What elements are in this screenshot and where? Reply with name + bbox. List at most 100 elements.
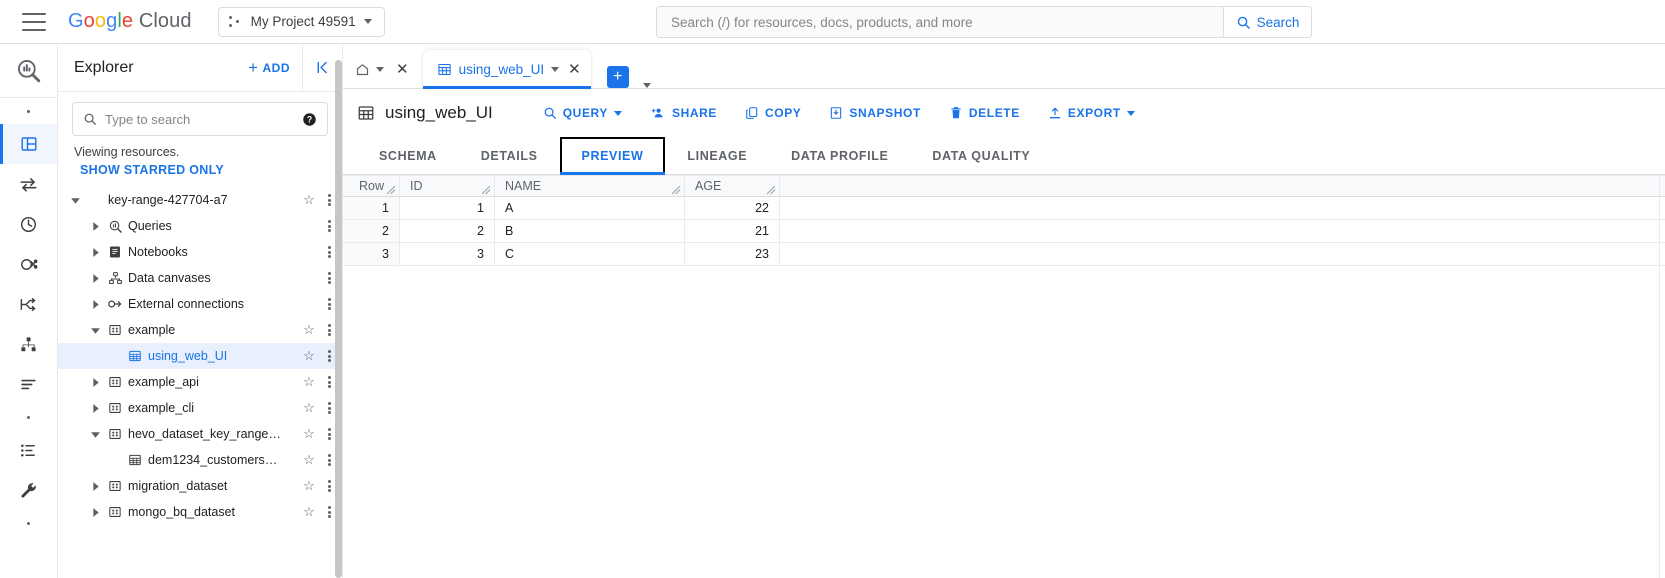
tree-item-key-range-427704-a7[interactable]: key-range-427704-a7 ☆: [58, 187, 342, 213]
hamburger-icon[interactable]: [22, 12, 46, 31]
add-button[interactable]: + ADD: [248, 59, 302, 76]
delete-button[interactable]: DELETE: [935, 97, 1034, 129]
tree-expander[interactable]: [86, 403, 104, 414]
rail-item-studio[interactable]: [0, 124, 57, 164]
tree-item-icon: [104, 505, 126, 519]
data-canvas-icon: [108, 271, 122, 284]
rail-item-dataform[interactable]: [0, 284, 57, 324]
chevron-down-icon[interactable]: [376, 66, 384, 72]
tab-label: SCHEMA: [379, 148, 437, 163]
tab-lineage[interactable]: LINEAGE: [665, 137, 769, 174]
tree-item-notebooks[interactable]: Notebooks: [58, 239, 342, 265]
star-icon[interactable]: ☆: [298, 400, 320, 416]
query-button[interactable]: QUERY: [529, 97, 636, 129]
chevron-right-icon: [92, 481, 99, 491]
tree-expander[interactable]: [86, 273, 104, 284]
cell-name: C: [495, 243, 685, 265]
home-tab[interactable]: ✕: [343, 50, 423, 88]
explorer-header: Explorer + ADD: [58, 43, 342, 92]
tree-expander[interactable]: [86, 325, 104, 336]
tree-expander[interactable]: [86, 481, 104, 492]
column-header-age[interactable]: AGE: [685, 176, 780, 196]
tree-expander[interactable]: [66, 195, 84, 206]
snapshot-button-label: SNAPSHOT: [849, 106, 921, 120]
tree-expander[interactable]: [86, 429, 104, 440]
tree-item-hevo-dataset-key-range[interactable]: hevo_dataset_key_range… ☆: [58, 421, 342, 447]
rail-separator-dot-icon: [0, 98, 57, 124]
cell-row: 3: [343, 243, 400, 265]
cell-id: 1: [400, 197, 495, 219]
table-row[interactable]: 1 1 A 22: [343, 197, 1665, 220]
column-resize-icon[interactable]: [482, 186, 491, 195]
help-icon[interactable]: ?: [302, 112, 317, 127]
tree-item-example-api[interactable]: example_api ☆: [58, 369, 342, 395]
column-header-row[interactable]: Row: [343, 176, 400, 196]
google-cloud-logo[interactable]: Google Cloud: [68, 10, 192, 33]
tree-expander[interactable]: [86, 247, 104, 258]
column-header-name[interactable]: NAME: [495, 176, 685, 196]
tree-item-migration-dataset[interactable]: migration_dataset ☆: [58, 473, 342, 499]
star-icon[interactable]: ☆: [298, 504, 320, 520]
tree-expander[interactable]: [86, 377, 104, 388]
viewing-resources-text: Viewing resources.: [74, 145, 180, 159]
star-icon[interactable]: ☆: [298, 374, 320, 390]
rail-separator-dot-icon: [0, 510, 57, 536]
cell-filler: [780, 197, 1665, 219]
bigquery-logo-icon[interactable]: [0, 44, 57, 98]
tree-expander[interactable]: [86, 221, 104, 232]
tab-schema[interactable]: SCHEMA: [357, 137, 459, 174]
editor-tab-strip: ✕ using_web_UI ✕ +: [343, 44, 1665, 89]
star-icon[interactable]: ☆: [298, 478, 320, 494]
search-input[interactable]: [105, 111, 294, 127]
tree-expander[interactable]: [86, 299, 104, 310]
column-resize-icon[interactable]: [767, 186, 776, 195]
add-tab-button[interactable]: +: [606, 66, 629, 88]
explorer-panel: Explorer + ADD ?: [58, 43, 343, 578]
tree-item-using-web-ui[interactable]: using_web_UI ☆: [58, 343, 342, 369]
table-row[interactable]: 3 3 C 23: [343, 243, 1665, 266]
tab-data-quality[interactable]: DATA QUALITY: [910, 137, 1052, 174]
tab-data-profile[interactable]: DATA PROFILE: [769, 137, 910, 174]
column-resize-icon[interactable]: [672, 186, 681, 195]
explorer-scrollbar[interactable]: [335, 60, 342, 578]
column-resize-icon[interactable]: [387, 186, 396, 195]
tree-item-example[interactable]: example ☆: [58, 317, 342, 343]
export-button[interactable]: EXPORT: [1034, 97, 1149, 129]
copy-button[interactable]: COPY: [731, 97, 815, 129]
star-icon[interactable]: ☆: [298, 452, 320, 468]
rail-item-bi-engine[interactable]: [0, 364, 57, 404]
close-icon[interactable]: ✕: [390, 60, 415, 78]
star-icon[interactable]: ☆: [298, 192, 320, 208]
share-button[interactable]: SHARE: [636, 97, 731, 129]
tree-item-mongo-bq-dataset[interactable]: mongo_bq_dataset ☆: [58, 499, 342, 525]
tree-item-queries[interactable]: Queries: [58, 213, 342, 239]
project-selector[interactable]: My Project 49591: [217, 6, 385, 37]
star-icon[interactable]: ☆: [298, 348, 320, 364]
tree-expander[interactable]: [86, 507, 104, 518]
table-row[interactable]: 2 2 B 21: [343, 220, 1665, 243]
column-header-id[interactable]: ID: [400, 176, 495, 196]
tab-details[interactable]: DETAILS: [459, 137, 560, 174]
tree-item-external-connections[interactable]: External connections: [58, 291, 342, 317]
rail-item-job-history[interactable]: [0, 430, 57, 470]
tree-item-data-canvases[interactable]: Data canvases: [58, 265, 342, 291]
rail-item-data-transfer[interactable]: [0, 164, 57, 204]
star-icon[interactable]: ☆: [298, 322, 320, 338]
explorer-search-row: ?: [58, 92, 342, 136]
search-input[interactable]: [657, 7, 1223, 37]
close-icon[interactable]: ✕: [566, 60, 581, 78]
show-starred-only-link[interactable]: SHOW STARRED ONLY: [58, 159, 342, 177]
rail-item-admin[interactable]: [0, 470, 57, 510]
add-tab-chevron-down-icon[interactable]: [642, 83, 651, 88]
table-tab-using-web-ui[interactable]: using_web_UI ✕: [422, 50, 591, 89]
rail-item-scheduled-queries[interactable]: [0, 204, 57, 244]
star-icon[interactable]: ☆: [298, 426, 320, 442]
tree-item-dem1234-customers[interactable]: dem1234_customers… ☆: [58, 447, 342, 473]
tree-item-example-cli[interactable]: example_cli ☆: [58, 395, 342, 421]
search-button[interactable]: Search: [1223, 7, 1311, 37]
rail-item-lineage[interactable]: [0, 324, 57, 364]
rail-item-analytics-hub[interactable]: [0, 244, 57, 284]
snapshot-button[interactable]: SNAPSHOT: [815, 97, 934, 129]
tab-preview[interactable]: PREVIEW: [559, 137, 666, 175]
chevron-down-icon[interactable]: [551, 66, 560, 72]
